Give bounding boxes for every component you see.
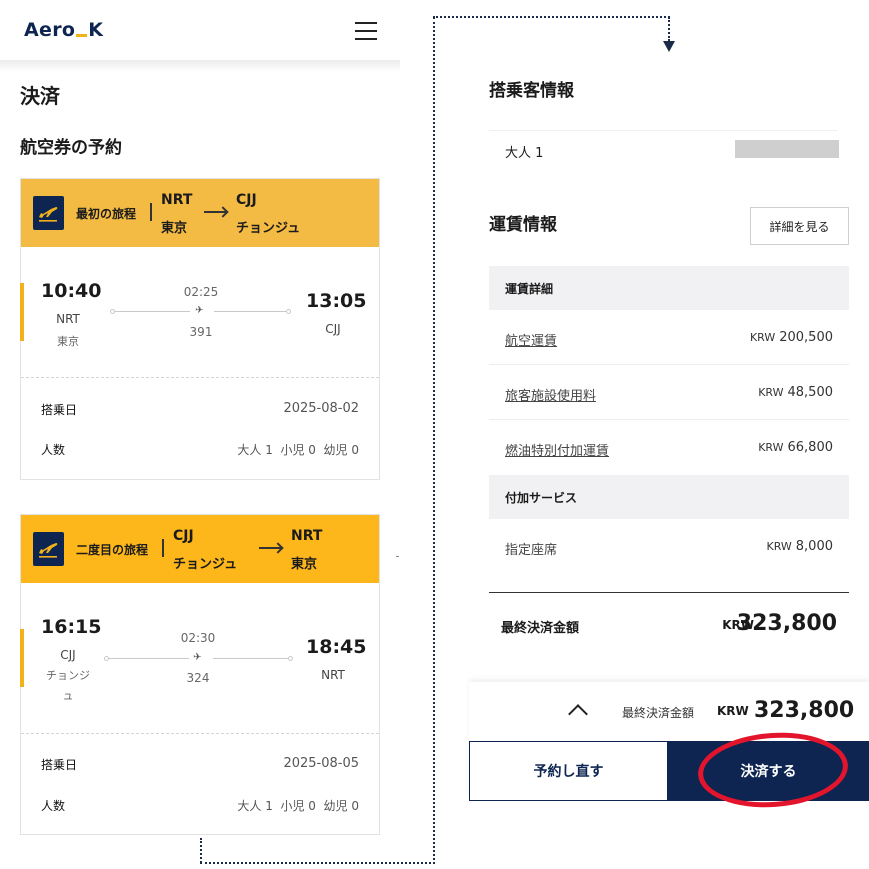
dashed-divider [21,733,379,734]
route-end-dot [286,309,291,314]
plane-icon: ✈ [193,652,202,663]
view-details-button[interactable]: 詳細を見る [750,207,849,245]
route-end-dot [288,656,293,661]
passenger-type: 大人 1 [505,146,544,161]
depart-city: チョンジ [46,669,90,682]
passenger-row: 大人 1 [489,130,839,166]
boarding-date-label: 搭乗日 [41,403,78,417]
flight-duration: 02:30 [180,631,216,645]
service-name: 指定座席 [505,543,558,558]
route-line [109,658,189,659]
pax-label: 人数 [41,799,66,813]
passenger-info-title: 搭乗客情報 [489,81,574,101]
boarding-date: 2025-08-05 [283,756,359,771]
fare-detail-header: 運賃詳細 [489,266,849,310]
flight-number: 324 [186,671,210,685]
leg-label: 二度目の旅程 [76,543,149,557]
fare-row: 航空運賃 KRW 200,500 [489,310,849,365]
route-arrow-icon [204,211,226,213]
itinerary-card-1: 最初の旅程 NRT 東京 CJJ チョンジュ 10:40 NRT 東京 02:2… [20,178,380,480]
flow-connector [668,17,670,41]
accent-bar [20,629,24,687]
flow-connector [200,838,202,863]
flow-connector [433,17,435,864]
route-to-city: 東京 [291,557,318,572]
dashed-divider [21,377,379,378]
depart-city: 東京 [57,335,79,348]
arrive-time: 13:05 [306,290,367,312]
fare-table: 運賃詳細 航空運賃 KRW 200,500 旅客施設使用料 KRW 48,500 燃… [489,266,849,574]
depart-time: 16:15 [41,616,102,638]
plane-takeoff-icon [33,196,64,230]
fare-amount: KRW 48,500 [758,385,833,400]
itinerary-panel: Aero K 決済 航空券の予約 最初の旅程 NRT 東京 CJJ チョンジュ 1… [0,0,400,869]
route-from-code: NRT [161,192,193,208]
total-summary: 最終決済金額 KRW 323,800 [489,592,849,658]
total-label: 最終決済金額 [501,621,580,636]
redacted-passenger-name [735,140,839,158]
divider [162,539,164,557]
section-title: 航空券の予約 [20,138,122,158]
bottom-total-amount: 323,800 [754,698,855,723]
itinerary-card-header: 二度目の旅程 CJJ チョンジュ NRT 東京 [21,515,379,583]
route-to-code: CJJ [236,192,257,208]
leg-label: 最初の旅程 [76,207,137,221]
service-header: 付加サービス [489,475,849,519]
route-to-code: NRT [291,528,323,544]
boarding-date: 2025-08-02 [283,401,359,416]
total-amount: 323,800 [736,611,837,636]
pax-count: 大人 1 小児 0 幼児 0 [237,799,359,813]
fare-link-facility-fee[interactable]: 旅客施設使用料 [505,385,596,404]
boarding-date-label: 搭乗日 [41,758,78,772]
flight-number: 391 [189,325,213,339]
bottom-total-label: 最終決済金額 [622,706,695,720]
route-from-code: CJJ [173,528,194,544]
depart-city-wrap: ュ [62,689,74,702]
header-shadow [0,60,400,72]
pax-label: 人数 [41,443,66,457]
itinerary-card-2: 二度目の旅程 CJJ チョンジュ NRT 東京 16:15 CJJ チョンジ ュ… [20,514,380,835]
chevron-up-icon[interactable] [568,704,588,724]
arrive-code: NRT [321,668,345,682]
arrow-down-icon [663,41,675,52]
fare-row: 燃油特別付加運賃 KRW 66,800 [489,420,849,475]
bottom-total-currency: KRW [717,704,749,718]
plane-takeoff-icon [33,532,64,566]
service-amount: KRW 8,000 [766,539,833,554]
flow-connector [433,16,670,18]
service-row: 指定座席 KRW 8,000 [489,519,849,574]
fare-row: 旅客施設使用料 KRW 48,500 [489,365,849,420]
fare-link-airfare[interactable]: 航空運賃 [505,330,557,349]
route-line [115,311,190,312]
flow-connector [200,862,435,864]
depart-code: CJJ [60,648,76,662]
fare-link-fuel-surcharge[interactable]: 燃油特別付加運賃 [505,440,609,459]
arrive-time: 18:45 [306,636,367,658]
itinerary-card-header: 最初の旅程 NRT 東京 CJJ チョンジュ [21,179,379,247]
divider [396,556,399,557]
accent-bar [20,283,24,341]
depart-code: NRT [56,312,80,326]
route-arrow-icon [259,547,281,549]
arrive-code: CJJ [325,322,341,336]
fare-amount: KRW 66,800 [758,440,833,455]
top-bar: Aero K [0,0,400,60]
flight-duration: 02:25 [183,285,219,299]
rebook-button[interactable]: 予約し直す [469,741,668,801]
divider [150,203,152,221]
plane-icon: ✈ [195,305,204,316]
fare-info-title: 運賃情報 [489,215,557,235]
route-from-city: 東京 [161,221,188,236]
route-line [213,658,288,659]
route-to-city: チョンジュ [236,221,301,236]
pax-count: 大人 1 小児 0 幼児 0 [237,443,359,457]
aero-k-logo[interactable]: Aero K [24,19,103,41]
hamburger-icon[interactable] [355,22,377,40]
fare-amount: KRW 200,500 [749,330,833,345]
depart-time: 10:40 [41,280,102,302]
page-title: 決済 [20,84,60,108]
route-line [214,311,287,312]
route-from-city: チョンジュ [173,557,238,572]
